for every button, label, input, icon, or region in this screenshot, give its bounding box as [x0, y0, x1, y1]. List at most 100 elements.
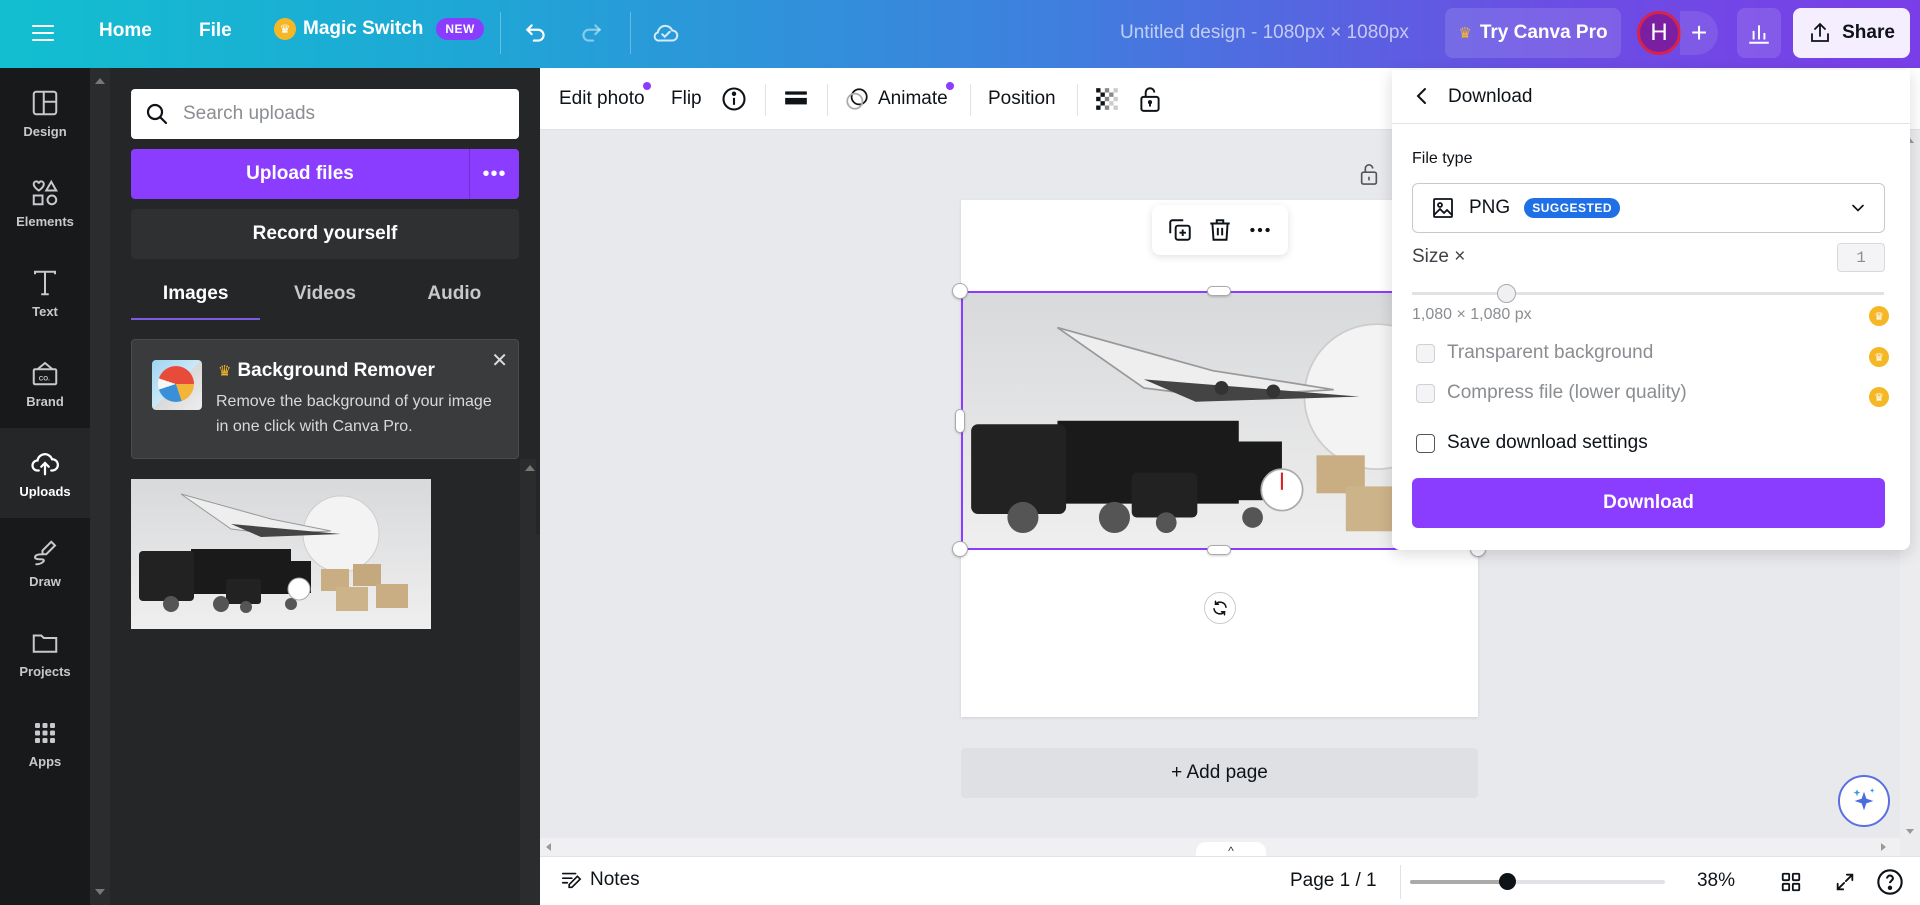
delete-button[interactable] [1207, 217, 1233, 243]
size-slider-knob[interactable] [1497, 284, 1517, 303]
promo-title-text: Background Remover [237, 360, 435, 381]
pro-crown-icon: ♛ [1869, 347, 1889, 367]
try-pro-label: Try Canva Pro [1479, 22, 1608, 43]
rail-item-uploads[interactable]: Uploads [0, 428, 90, 518]
zoom-slider-knob[interactable] [1498, 873, 1516, 890]
image-icon [1433, 198, 1453, 218]
search-input[interactable] [183, 103, 483, 125]
border-style-button[interactable] [783, 84, 809, 114]
crown-icon: ♛ [218, 363, 232, 380]
resize-handle-bottom[interactable] [1207, 545, 1231, 555]
resize-handle-top[interactable] [1207, 286, 1231, 296]
download-button[interactable]: Download [1412, 478, 1885, 528]
help-button[interactable] [1875, 867, 1905, 897]
download-panel: Download File type PNG SUGGESTED Size × … [1392, 70, 1910, 550]
magic-switch-button[interactable]: ♛ Magic Switch NEW [274, 18, 484, 40]
animate-button[interactable]: Animate [844, 82, 954, 114]
zoom-slider[interactable] [1410, 873, 1665, 890]
more-dots-icon: ••• [482, 162, 507, 185]
rail-item-projects[interactable]: Projects [0, 608, 90, 698]
flip-button[interactable]: Flip [671, 84, 702, 114]
record-yourself-button[interactable]: Record yourself [131, 209, 519, 259]
save-download-settings-option[interactable]: Save download settings [1416, 432, 1648, 454]
size-slider[interactable] [1412, 284, 1884, 303]
trash-icon [1210, 219, 1230, 241]
save-settings-checkbox[interactable] [1416, 433, 1435, 453]
edit-photo-button[interactable]: Edit photo [559, 82, 651, 114]
rail-label: Text [32, 303, 58, 319]
zoom-slider-fill [1410, 880, 1507, 884]
canva-assistant-button[interactable] [1838, 775, 1890, 827]
unlock-icon [1360, 164, 1378, 185]
tab-videos[interactable]: Videos [260, 268, 389, 320]
more-options-button[interactable] [1247, 217, 1273, 243]
rail-item-text[interactable]: Text [0, 248, 90, 338]
upload-files-button[interactable]: Upload files [131, 149, 469, 199]
back-button[interactable] [1410, 84, 1434, 113]
help-icon [1877, 869, 1903, 895]
undo-button[interactable] [519, 16, 553, 50]
rail-item-draw[interactable]: Draw [0, 518, 90, 608]
border-lines-icon [785, 91, 807, 105]
page-indicator[interactable]: Page 1 / 1 [1290, 870, 1377, 892]
uploaded-image-thumbnail[interactable] [131, 479, 431, 629]
beach-ball-image [152, 360, 202, 410]
resize-handle-left[interactable] [955, 409, 965, 433]
promo-text: Remove the background of your image in o… [216, 393, 492, 435]
avatar[interactable]: H [1637, 11, 1681, 55]
rail-scrollbar[interactable] [90, 68, 110, 905]
plus-icon: + [1690, 17, 1708, 48]
insights-button[interactable] [1737, 8, 1781, 58]
duplicate-icon [1169, 219, 1191, 241]
try-canva-pro-button[interactable]: ♛ Try Canva Pro [1445, 8, 1621, 58]
tab-audio[interactable]: Audio [390, 268, 519, 320]
undo-icon [525, 24, 545, 42]
compress-file-checkbox[interactable] [1416, 383, 1435, 403]
rail-item-design[interactable]: Design [0, 68, 90, 158]
menu-button[interactable] [30, 20, 56, 46]
close-icon[interactable]: ✕ [491, 348, 508, 373]
page-lock-button[interactable] [1358, 162, 1380, 191]
rotate-handle[interactable] [1204, 592, 1236, 624]
file-type-dropdown[interactable]: PNG SUGGESTED [1412, 183, 1885, 233]
file-menu[interactable]: File [199, 20, 232, 42]
redo-button[interactable] [574, 16, 608, 50]
tab-images[interactable]: Images [131, 268, 261, 320]
resize-handle-top-left[interactable] [952, 283, 968, 299]
upload-more-options-button[interactable]: ••• [469, 149, 519, 199]
pro-crown-icon: ♛ [1869, 387, 1889, 407]
cloud-save-button[interactable] [649, 16, 683, 50]
brand-icon: CO. [32, 361, 58, 385]
duplicate-button[interactable] [1167, 217, 1193, 243]
notes-button[interactable]: Notes [560, 869, 640, 891]
compress-file-option[interactable]: Compress file (lower quality) [1416, 382, 1687, 404]
home-link[interactable]: Home [99, 20, 152, 42]
fullscreen-button[interactable] [1830, 867, 1860, 897]
transparency-button[interactable] [1094, 84, 1120, 114]
add-collaborator-button[interactable]: + [1680, 11, 1718, 55]
transparent-background-checkbox[interactable] [1416, 343, 1435, 363]
animate-label: Animate [878, 88, 948, 109]
redo-icon [582, 24, 602, 42]
lock-button[interactable] [1137, 84, 1163, 114]
grid-view-button[interactable] [1776, 867, 1806, 897]
rail-item-elements[interactable]: Elements [0, 158, 90, 248]
zoom-percentage[interactable]: 38% [1675, 870, 1735, 892]
rail-item-brand[interactable]: CO. Brand [0, 338, 90, 428]
rail-item-apps[interactable]: Apps [0, 698, 90, 788]
media-tabs: Images Videos Audio [131, 268, 519, 320]
transparent-background-option[interactable]: Transparent background [1416, 342, 1653, 364]
notes-icon [561, 872, 582, 889]
resize-handle-bottom-left[interactable] [952, 541, 968, 557]
add-page-button[interactable]: + Add page [961, 748, 1478, 798]
position-button[interactable]: Position [988, 84, 1056, 114]
shapes-icon [32, 179, 58, 205]
background-remover-promo[interactable]: ♛ Background Remover Remove the backgrou… [131, 339, 519, 459]
info-button[interactable] [720, 84, 748, 114]
design-title[interactable]: Untitled design - 1080px × 1080px [1120, 22, 1409, 44]
compress-file-label: Compress file (lower quality) [1447, 382, 1687, 403]
file-type-value: PNG [1469, 197, 1511, 218]
share-button[interactable]: Share [1793, 8, 1910, 58]
size-input[interactable] [1837, 243, 1885, 272]
logistics-image [131, 479, 431, 629]
